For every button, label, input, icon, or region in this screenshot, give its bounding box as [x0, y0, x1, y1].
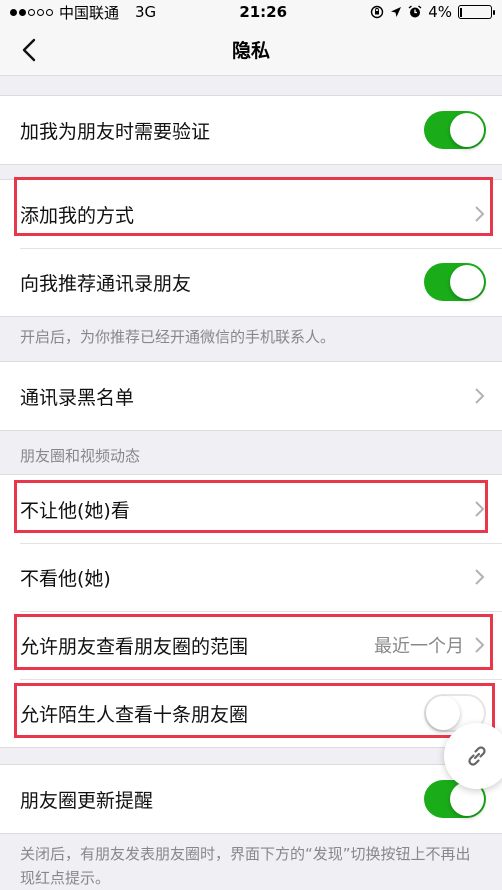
link-icon	[468, 746, 486, 766]
view-range-label: 允许朋友查看朋友圈的范围	[20, 635, 249, 658]
rotation-lock-icon	[370, 5, 384, 19]
friend-verify-section: 加我为朋友时需要验证	[0, 95, 502, 165]
chevron-left-icon	[22, 38, 36, 62]
battery-percent: 4%	[428, 3, 452, 21]
not-view-row[interactable]: 不看他(她)	[0, 543, 502, 611]
update-reminder-hint: 关闭后，有朋友发表朋友圈时，界面下方的“发现”切换按钮上不再出现红点提示。	[20, 845, 471, 887]
verify-friend-toggle[interactable]	[424, 111, 486, 149]
page-title: 隐私	[231, 40, 270, 62]
battery-icon	[457, 5, 495, 19]
status-time: 21:26	[239, 3, 288, 21]
alarm-icon	[408, 5, 422, 18]
chevron-right-icon	[475, 388, 485, 404]
blacklist-section: 通讯录黑名单	[0, 361, 502, 431]
not-view-label: 不看他(她)	[20, 567, 111, 590]
add-methods-row[interactable]: 添加我的方式	[0, 180, 502, 248]
view-range-value: 最近一个月	[374, 636, 464, 657]
update-reminder-label: 朋友圈更新提醒	[20, 789, 154, 812]
status-left: 中国联通 3G	[10, 2, 156, 23]
block-view-row[interactable]: 不让他(她)看	[0, 475, 502, 543]
stranger-view-row: 允许陌生人查看十条朋友圈	[0, 679, 502, 747]
add-methods-label: 添加我的方式	[20, 204, 135, 227]
block-view-label: 不让他(她)看	[20, 499, 130, 522]
recommend-contacts-hint: 开启后，为你推荐已经开通微信的手机联系人。	[20, 328, 336, 346]
blacklist-label: 通讯录黑名单	[20, 386, 135, 409]
floating-link-button[interactable]	[444, 723, 502, 789]
update-reminder-section: 朋友圈更新提醒	[0, 764, 502, 834]
view-range-row[interactable]: 允许朋友查看朋友圈的范围 最近一个月	[0, 611, 502, 679]
battery-level	[460, 7, 463, 17]
status-bar: 中国联通 3G 21:26 4%	[0, 0, 502, 24]
location-arrow-icon	[391, 7, 402, 17]
chevron-right-icon	[475, 206, 485, 222]
verify-friend-row: 加我为朋友时需要验证	[0, 96, 502, 164]
recommend-contacts-toggle[interactable]	[424, 263, 486, 301]
blacklist-row[interactable]: 通讯录黑名单	[0, 362, 502, 430]
chevron-right-icon	[475, 501, 485, 517]
status-right: 4%	[370, 3, 495, 21]
chevron-right-icon	[475, 569, 485, 585]
update-reminder-row: 朋友圈更新提醒	[0, 765, 502, 833]
signal-strength-icon	[10, 8, 53, 16]
recommend-contacts-label: 向我推荐通讯录朋友	[20, 272, 192, 295]
carrier-name: 中国联通	[59, 3, 120, 22]
back-button[interactable]	[22, 37, 44, 63]
network-type: 3G	[135, 3, 157, 21]
moments-section: 不让他(她)看 不看他(她) 允许朋友查看朋友圈的范围 最近一个月 允许陌生人查…	[0, 474, 502, 748]
chevron-right-icon	[475, 637, 485, 653]
add-and-recommend-section: 添加我的方式 向我推荐通讯录朋友	[0, 179, 502, 317]
verify-friend-label: 加我为朋友时需要验证	[20, 120, 211, 143]
moments-section-header: 朋友圈和视频动态	[20, 447, 141, 465]
navigation-bar: 隐私	[0, 24, 502, 76]
recommend-contacts-row: 向我推荐通讯录朋友	[0, 248, 502, 316]
stranger-view-label: 允许陌生人查看十条朋友圈	[20, 703, 249, 726]
